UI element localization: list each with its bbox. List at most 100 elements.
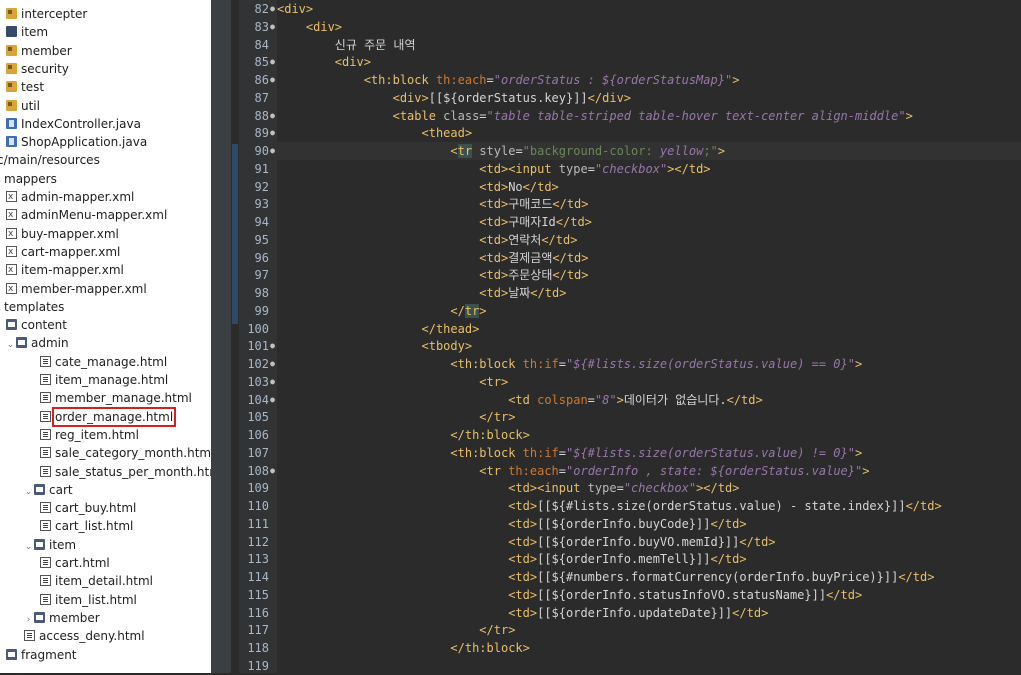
code-line[interactable]: <tr th:each="orderInfo , state: ${orderS… — [277, 462, 869, 480]
code-line[interactable]: <th:block th:each="orderStatus : ${order… — [277, 71, 740, 89]
code-line[interactable]: </th:block> — [277, 426, 529, 444]
code-line[interactable]: </tr> — [277, 302, 487, 320]
tree-item[interactable]: access_deny.html — [24, 627, 145, 645]
chevron-down-icon[interactable]: ⌄ — [0, 172, 3, 190]
fold-marker-icon[interactable]: ● — [270, 355, 275, 373]
tree-item[interactable]: item_manage.html — [40, 371, 168, 389]
code-line[interactable]: <td>[[${#numbers.formatCurrency(orderInf… — [277, 568, 934, 586]
code-line[interactable]: <tr style="background-color: yellow;"> — [277, 142, 1021, 160]
code-line[interactable]: <table class="table table-striped table-… — [277, 107, 913, 125]
fold-marker-icon[interactable]: ● — [270, 373, 275, 391]
tree-item[interactable]: IndexController.java — [6, 115, 141, 133]
tree-item[interactable]: cart-mapper.xml — [6, 243, 120, 261]
chevron-down-icon[interactable]: ⌄ — [6, 336, 15, 354]
code-line[interactable]: <td>구매코드</td> — [277, 195, 588, 213]
code-line[interactable]: </thead> — [277, 320, 480, 338]
code-line[interactable]: <div> — [277, 0, 313, 18]
tree-item[interactable]: ⌄ admin — [6, 334, 69, 352]
code-line[interactable]: <tr> — [277, 373, 508, 391]
fold-marker-icon[interactable]: ● — [270, 53, 275, 71]
tree-item[interactable]: order_manage.html — [40, 406, 177, 427]
code-line[interactable]: </th:block> — [277, 639, 529, 657]
tree-item[interactable]: util — [6, 97, 40, 115]
tree-item[interactable]: item_detail.html — [40, 572, 153, 590]
fold-marker-icon[interactable]: ● — [270, 337, 275, 355]
line-number: 116 — [247, 605, 269, 620]
tree-item[interactable]: cart.html — [40, 554, 110, 572]
tree-item[interactable]: member — [6, 42, 72, 60]
code-line[interactable]: <div>[[${orderStatus.key}]]</div> — [277, 89, 631, 107]
tree-item[interactable]: ⌄templates — [0, 298, 64, 316]
code-line[interactable]: <div> — [277, 18, 342, 36]
fold-marker-icon[interactable]: ● — [270, 462, 275, 480]
code-line[interactable]: <tbody> — [277, 337, 473, 355]
tree-item[interactable]: c/main/resources — [0, 151, 100, 169]
chevron-down-icon[interactable]: ⌄ — [24, 538, 33, 556]
code-line[interactable]: <td>[[${#lists.size(orderStatus.value) -… — [277, 497, 942, 515]
tree-item[interactable]: cate_manage.html — [40, 353, 167, 371]
code-line[interactable]: <th:block th:if="${#lists.size(orderStat… — [277, 444, 862, 462]
chevron-right-icon[interactable]: › — [24, 611, 33, 629]
code-line[interactable]: <td>[[${orderInfo.statusInfoVO.statusNam… — [277, 586, 862, 604]
tree-item[interactable]: adminMenu-mapper.xml — [6, 206, 167, 224]
fold-marker-icon[interactable]: ● — [270, 0, 275, 18]
tree-item[interactable]: item_list.html — [40, 591, 137, 609]
tree-item[interactable]: item — [6, 23, 48, 41]
panel-divider[interactable] — [211, 0, 231, 673]
code-line[interactable]: <td>[[${orderInfo.buyCode}]]</td> — [277, 515, 746, 533]
code-line[interactable]: </tr> — [277, 408, 515, 426]
tree-item[interactable]: ⌄mappers — [0, 170, 57, 188]
fold-marker-icon[interactable]: ● — [270, 107, 275, 125]
tree-item[interactable]: security — [6, 60, 69, 78]
tree-item[interactable]: sale_category_month.html — [40, 444, 211, 462]
tree-item[interactable]: sale_status_per_month.html — [40, 463, 211, 481]
tree-item[interactable]: › member — [24, 609, 100, 627]
code-line[interactable]: <td>결제금액</td> — [277, 249, 588, 267]
tree-item[interactable]: reg_item.html — [40, 426, 139, 444]
code-line[interactable]: <td><input type="checkbox"></td> — [277, 479, 739, 497]
fold-marker-icon[interactable]: ● — [270, 391, 275, 409]
fold-marker-icon[interactable]: ● — [270, 142, 275, 160]
code-line[interactable]: <td colspan="8">데이터가 없습니다.</td> — [277, 391, 763, 409]
tree-item[interactable]: ShopApplication.java — [6, 133, 147, 151]
code-line[interactable]: <td>날짜</td> — [277, 284, 566, 302]
tree-item[interactable]: member_manage.html — [40, 389, 192, 407]
tree-item[interactable]: ⌄ cart — [24, 481, 73, 499]
tree-item[interactable]: cart_buy.html — [40, 499, 136, 517]
fold-marker-icon[interactable]: ● — [270, 124, 275, 142]
code-line[interactable]: <td>[[${orderInfo.buyVO.memId}]]</td> — [277, 533, 775, 551]
code-line[interactable]: <td>No</td> — [277, 178, 558, 196]
code-line[interactable]: <td>연락처</td> — [277, 231, 577, 249]
tree-item[interactable]: member-mapper.xml — [6, 280, 147, 298]
code-line[interactable]: </tr> — [277, 621, 515, 639]
tree-item[interactable]: test — [6, 78, 44, 96]
fold-marker-icon[interactable]: ● — [270, 71, 275, 89]
fold-marker-icon[interactable]: ● — [270, 18, 275, 36]
code-token: yellow — [659, 144, 704, 158]
tree-item[interactable]: content — [6, 316, 67, 334]
tree-item[interactable]: buy-mapper.xml — [6, 225, 119, 243]
code-line[interactable]: <td>[[${orderInfo.memTell}]]</td> — [277, 550, 746, 568]
tree-item[interactable]: cart_list.html — [40, 517, 133, 535]
code-editor[interactable]: <div> <div> 신규 주문 내역 <div> <th:block th:… — [277, 0, 1021, 673]
code-line[interactable]: <thead> — [277, 124, 473, 142]
code-line[interactable]: <th:block th:if="${#lists.size(orderStat… — [277, 355, 862, 373]
tree-item[interactable]: intercepter — [6, 5, 87, 23]
code-line[interactable]: <td>구매자Id</td> — [277, 213, 592, 231]
chevron-down-icon[interactable]: ⌄ — [24, 483, 33, 501]
code-line[interactable]: <td>[[${orderInfo.updateDate}]]</td> — [277, 604, 768, 622]
tree-item[interactable]: item-mapper.xml — [6, 261, 124, 279]
code-token: <td> — [479, 286, 509, 300]
code-line[interactable]: <td>주문상태</td> — [277, 266, 588, 284]
tree-item[interactable]: admin-mapper.xml — [6, 188, 134, 206]
code-line[interactable]: 신규 주문 내역 — [277, 36, 416, 54]
tree-item[interactable]: fragment — [6, 646, 77, 664]
code-line[interactable]: <td><input type="checkbox"></td> — [277, 160, 710, 178]
code-line[interactable]: <div> — [277, 53, 371, 71]
chevron-down-icon[interactable]: ⌄ — [0, 300, 3, 318]
tree-item[interactable]: ⌄ item — [24, 536, 76, 554]
change-marker — [232, 144, 238, 162]
